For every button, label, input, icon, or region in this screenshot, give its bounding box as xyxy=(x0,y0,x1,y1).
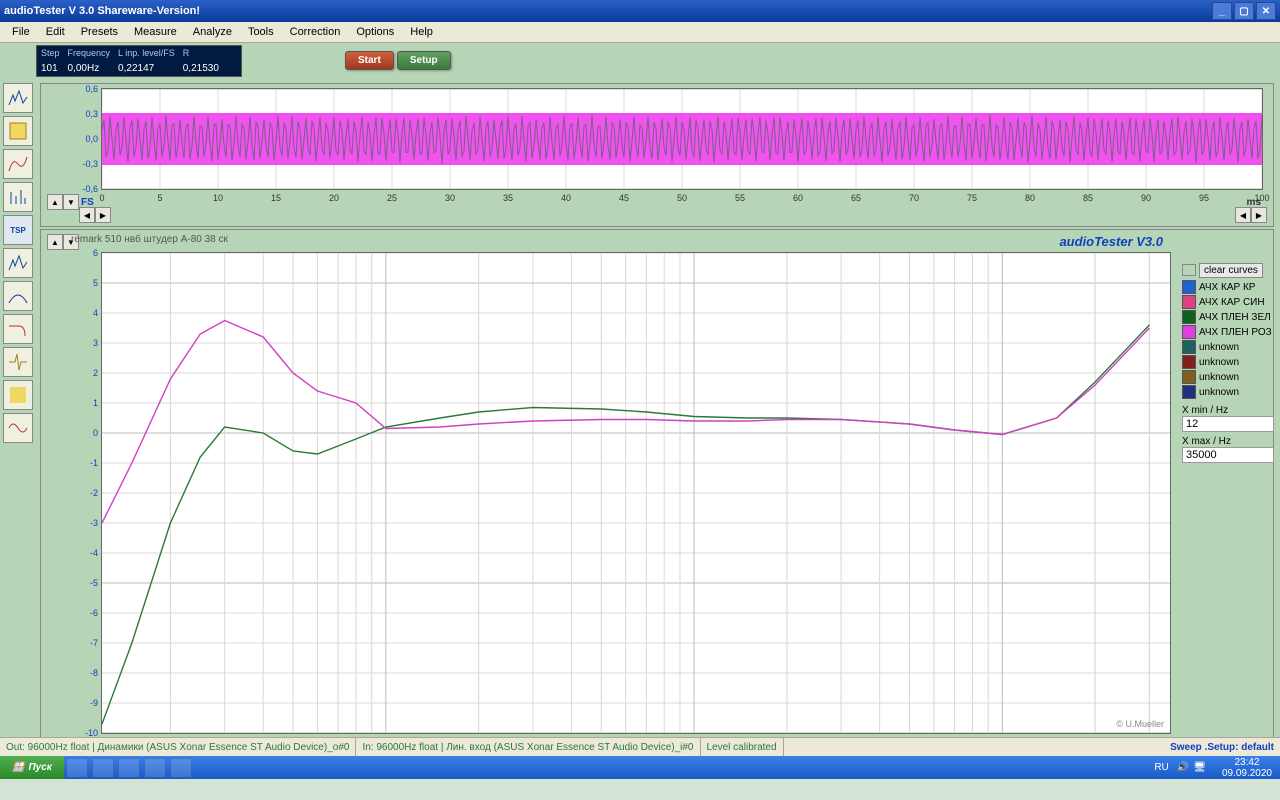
app-title: audioTester V 3.0 Shareware-Version! xyxy=(4,5,200,17)
tool-filter-icon[interactable] xyxy=(3,314,33,344)
xmin-input[interactable] xyxy=(1182,416,1274,432)
tool-fft-icon[interactable] xyxy=(3,182,33,212)
maximize-button[interactable]: ▢ xyxy=(1234,2,1254,20)
menu-measure[interactable]: Measure xyxy=(126,24,185,40)
lang-indicator[interactable]: RU xyxy=(1154,762,1168,773)
xmin-label: X min / Hz xyxy=(1182,405,1274,416)
wave-y-scroll[interactable]: ▲▼ xyxy=(47,194,79,210)
menu-edit[interactable]: Edit xyxy=(38,24,73,40)
measurement-readout: Step 101 Frequency 0,00Hz L inp. level/FS 0… xyxy=(36,45,242,77)
waveform-chart[interactable]: 0,60,30,0-0,3-0,605101520253035404550556… xyxy=(101,88,1263,190)
level-r-label: R xyxy=(183,48,219,58)
xmax-input[interactable] xyxy=(1182,447,1274,463)
tool-scope-icon[interactable] xyxy=(3,116,33,146)
legend-item[interactable]: unknown xyxy=(1182,355,1274,369)
status-out: Out: 96000Hz float | Динамики (ASUS Xona… xyxy=(0,738,356,756)
legend-item[interactable]: АЧХ КАР СИН xyxy=(1182,295,1274,309)
menu-options[interactable]: Options xyxy=(348,24,402,40)
os-taskbar: 🪟 Пуск RU 🔊 🖥 23:42 09.09.2020 xyxy=(0,756,1280,779)
step-value: 101 xyxy=(41,63,60,74)
setup-button[interactable]: Setup xyxy=(397,51,451,70)
menu-help[interactable]: Help xyxy=(402,24,441,40)
tool-spectrum-icon[interactable] xyxy=(3,83,33,113)
status-bar: Out: 96000Hz float | Динамики (ASUS Xona… xyxy=(0,737,1280,756)
tool-tsp-icon[interactable]: TSP xyxy=(3,215,33,245)
legend-item[interactable]: unknown xyxy=(1182,385,1274,399)
taskbar-app3-icon[interactable] xyxy=(170,758,192,778)
status-in: In: 96000Hz float | Лин. вход (ASUS Xona… xyxy=(356,738,700,756)
wave-y-unit: FS xyxy=(81,197,94,208)
menu-file[interactable]: File xyxy=(4,24,38,40)
freq-response-chart[interactable]: © U.Mueller -10-9-8-7-6-5-4-3-2-10123456… xyxy=(101,252,1171,734)
freq-value: 0,00Hz xyxy=(68,63,111,74)
minimize-button[interactable]: _ xyxy=(1212,2,1232,20)
tool-plot-icon[interactable] xyxy=(3,281,33,311)
taskbar-ie-icon[interactable] xyxy=(66,758,88,778)
xmax-label: X max / Hz xyxy=(1182,436,1274,447)
legend-item[interactable]: unknown xyxy=(1182,340,1274,354)
main-panel: ▲▼ remark 510 нвб штудер А-80 38 ск audi… xyxy=(40,229,1274,759)
freq-label: Frequency xyxy=(68,48,111,58)
wave-x-scroll-r[interactable]: ◀▶ xyxy=(1235,207,1267,223)
level-r-value: 0,21530 xyxy=(183,63,219,74)
legend-item[interactable]: АЧХ КАР КР xyxy=(1182,280,1274,294)
workspace: Step 101 Frequency 0,00Hz L inp. level/FS 0… xyxy=(0,43,1280,779)
tray-icon2[interactable]: 🖥 xyxy=(1193,762,1206,773)
legend-panel: clear curves АЧХ КАР КРАЧХ КАР СИНАЧХ ПЛ… xyxy=(1182,263,1274,463)
start-button[interactable]: Start xyxy=(345,51,394,70)
step-label: Step xyxy=(41,48,60,58)
taskbar-explorer-icon[interactable] xyxy=(92,758,114,778)
legend-item[interactable]: АЧХ ПЛЕН ЗЕЛ xyxy=(1182,310,1274,324)
status-cal: Level calibrated xyxy=(701,738,784,756)
tool-notes-icon[interactable] xyxy=(3,380,33,410)
menu-tools[interactable]: Tools xyxy=(240,24,282,40)
status-sweep: Sweep .Setup: default xyxy=(1164,738,1280,756)
remark-text: remark 510 нвб штудер А-80 38 ск xyxy=(71,234,228,245)
start-menu-button[interactable]: 🪟 Пуск xyxy=(0,756,64,779)
level-l-label: L inp. level/FS xyxy=(118,48,175,58)
tool-palette-left: TSP xyxy=(3,83,33,443)
legend-item[interactable]: АЧХ ПЛЕН РОЗ xyxy=(1182,325,1274,339)
brand-text: audioTester V3.0 xyxy=(1059,234,1163,249)
menu-analyze[interactable]: Analyze xyxy=(185,24,240,40)
menu-correction[interactable]: Correction xyxy=(282,24,349,40)
wave-x-scroll[interactable]: ◀▶ xyxy=(79,207,111,223)
menu-bar: File Edit Presets Measure Analyze Tools … xyxy=(0,22,1280,43)
waveform-panel: ▲▼ ◀▶ ◀▶ FS ms 0,60,30,0-0,3-0,605101520… xyxy=(40,83,1274,227)
credit-text: © U.Mueller xyxy=(1116,719,1164,729)
tool-impulse-icon[interactable] xyxy=(3,347,33,377)
taskbar-app1-icon[interactable] xyxy=(118,758,140,778)
clear-curves-button[interactable]: clear curves xyxy=(1199,263,1263,278)
clock-date: 09.09.2020 xyxy=(1222,768,1272,779)
level-l-value: 0,22147 xyxy=(118,63,175,74)
clock-time: 23:42 xyxy=(1222,757,1272,768)
tool-sweep-icon[interactable] xyxy=(3,149,33,179)
close-button[interactable]: ✕ xyxy=(1256,2,1276,20)
taskbar-app2-icon[interactable] xyxy=(144,758,166,778)
menu-presets[interactable]: Presets xyxy=(73,24,126,40)
tool-wave-icon[interactable] xyxy=(3,413,33,443)
tray-icon[interactable]: 🔊 xyxy=(1177,762,1189,773)
legend-item[interactable]: unknown xyxy=(1182,370,1274,384)
tool-analysis-icon[interactable] xyxy=(3,248,33,278)
window-titlebar: audioTester V 3.0 Shareware-Version! _ ▢… xyxy=(0,0,1280,22)
